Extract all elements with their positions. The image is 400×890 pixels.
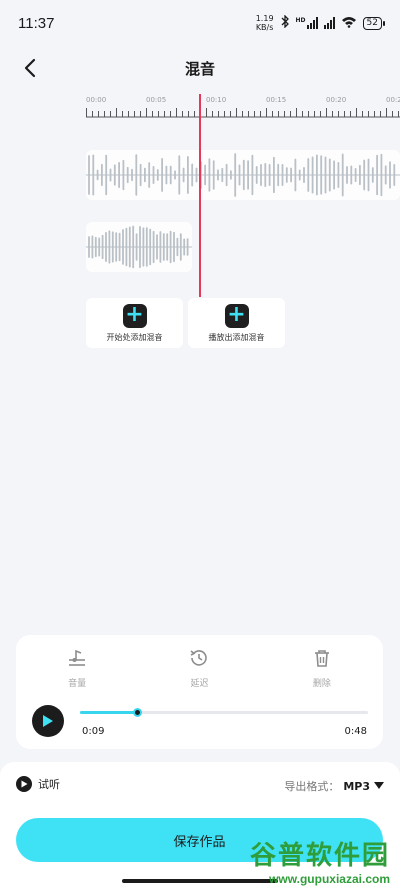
status-bar: 11:37 1.19 KB/s HD 52: [0, 0, 400, 46]
trash-icon: [314, 650, 329, 667]
add-mix-at-playhead-label: 播放出添加混音: [208, 332, 265, 342]
ruler-label: 00:20: [326, 96, 347, 104]
mix-audio-track[interactable]: [86, 222, 192, 272]
preview-button[interactable]: 试听: [16, 776, 60, 792]
status-time: 11:37: [18, 14, 55, 32]
progress-fill: [80, 711, 138, 714]
hd-label: HD: [295, 17, 306, 24]
watermark-url: www.gupuxiazai.com: [269, 871, 390, 886]
chevron-left-icon: [24, 58, 36, 78]
ruler-label: 00:2: [386, 96, 400, 104]
volume-label: 音量: [68, 679, 87, 689]
progress-thumb[interactable]: [133, 708, 143, 717]
plus-icon: +: [224, 303, 249, 328]
caret-down-icon: [374, 782, 384, 789]
header: 混音: [0, 48, 400, 88]
back-button[interactable]: [14, 52, 46, 84]
watermark: 谷普软件园 www.gupuxiazai.com: [218, 830, 400, 890]
progress-slider[interactable]: [80, 708, 368, 717]
play-circle-icon: [16, 776, 32, 792]
current-time: 0:09: [82, 726, 105, 737]
mix-waveform: [86, 225, 192, 269]
status-icons: 1.19 KB/s HD 52: [256, 14, 386, 32]
net-speed-unit: KB/s: [255, 23, 274, 32]
export-format-selector[interactable]: 导出格式： MP3: [284, 778, 384, 794]
volume-tool[interactable]: 音量: [16, 647, 138, 689]
wifi-icon: [341, 16, 357, 31]
preview-label: 试听: [38, 778, 60, 791]
play-icon: [43, 715, 53, 727]
watermark-text: 谷普软件园: [249, 840, 390, 871]
ruler-label: 00:10: [206, 96, 227, 104]
ruler-ticks: [86, 108, 400, 118]
playhead[interactable]: [199, 94, 201, 297]
net-speed: 1.19 KB/s: [256, 14, 274, 32]
add-mix-at-start-button[interactable]: + 开始处添加混音: [86, 298, 183, 348]
ruler-label: 00:15: [266, 96, 287, 104]
bluetooth-icon: [280, 14, 290, 31]
tool-row: 音量 延迟 删除: [16, 647, 383, 689]
play-button[interactable]: [32, 705, 64, 737]
main-audio-track[interactable]: [86, 150, 400, 200]
tool-panel: 音量 延迟 删除 0:09 0:48: [16, 635, 383, 749]
add-mix-at-start-label: 开始处添加混音: [106, 332, 163, 342]
signal-icon-2: [323, 17, 335, 29]
signal-icon-1: HD: [296, 17, 318, 29]
delete-tool[interactable]: 删除: [261, 647, 383, 689]
ruler-label: 00:05: [146, 96, 167, 104]
delete-label: 删除: [312, 679, 331, 689]
format-value: MP3: [343, 779, 370, 793]
net-speed-value: 1.19: [255, 14, 274, 23]
ruler-label: 00:00: [86, 96, 107, 104]
add-mix-at-playhead-button[interactable]: + 播放出添加混音: [188, 298, 285, 348]
delay-tool[interactable]: 延迟: [138, 647, 260, 689]
delay-label: 延迟: [190, 679, 209, 689]
battery-icon: 52: [362, 16, 386, 30]
main-waveform: [86, 153, 400, 197]
timeline-ruler[interactable]: 00:00 00:05 00:10 00:15 00:20 00:2: [86, 96, 400, 122]
history-icon: [190, 650, 208, 666]
page-title: 混音: [184, 59, 215, 78]
total-time: 0:48: [344, 726, 367, 737]
format-label: 导出格式：: [284, 780, 340, 793]
plus-icon: +: [122, 303, 147, 328]
volume-icon: [69, 649, 86, 666]
